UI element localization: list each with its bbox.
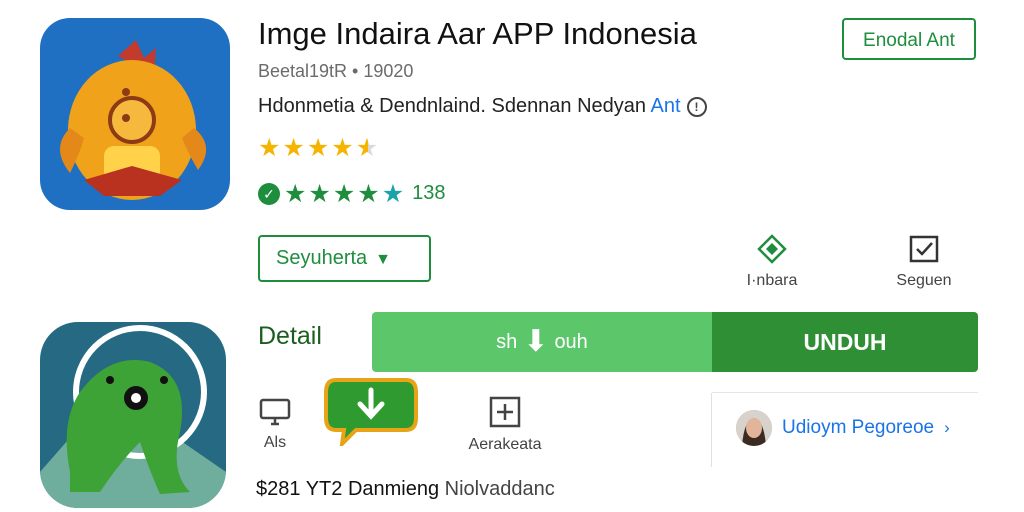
install-button-light[interactable]: sh ⬇ ouh bbox=[372, 312, 712, 372]
install-label-right: ouh bbox=[554, 331, 588, 353]
star-icon: ★ bbox=[308, 180, 333, 208]
download-bubble-icon[interactable] bbox=[322, 376, 420, 450]
suggest-label: Seyuherta bbox=[276, 247, 368, 269]
star-icon: ★ bbox=[258, 134, 283, 162]
footer-muted-text: Niolvaddanc bbox=[444, 478, 555, 500]
action-inbara[interactable]: I·nbara bbox=[732, 234, 812, 290]
star-icon: ★ bbox=[282, 134, 307, 162]
frog-icon bbox=[40, 325, 226, 508]
diamond-icon bbox=[757, 234, 787, 264]
download-arrow-icon: ⬇ bbox=[523, 325, 549, 358]
app-title: Imge Indaira Aar APP Indonesia bbox=[258, 16, 697, 51]
info-icon[interactable]: ! bbox=[686, 96, 707, 117]
developer-line: Hdonmetia & Dendnlaind. Sdennan Nedyan A… bbox=[258, 95, 707, 118]
avatar-face-icon bbox=[736, 410, 772, 446]
download-icon bbox=[324, 378, 418, 450]
add-box-icon bbox=[489, 396, 521, 428]
suggest-button[interactable]: Seyuherta ▼ bbox=[258, 235, 431, 282]
action-label: Aerakeata bbox=[468, 436, 542, 453]
chevron-down-icon: ▼ bbox=[375, 251, 392, 268]
footer-line: $281 YT2 Danmieng Niolvaddanc bbox=[256, 478, 555, 501]
action-aerakeata[interactable]: Aerakeata bbox=[460, 396, 550, 454]
app-icon-frog bbox=[40, 322, 226, 508]
green-rating: ✓ ★★★★★ 138 bbox=[258, 179, 445, 209]
monitor-icon bbox=[259, 398, 291, 426]
app-icon-bird bbox=[40, 18, 230, 210]
profile-chip[interactable]: Udioym Pegoreoe › bbox=[736, 410, 976, 450]
avatar bbox=[736, 410, 772, 446]
price-text: $281 YT2 bbox=[256, 478, 343, 500]
half-star-icon: ★ bbox=[381, 180, 407, 208]
chevron-right-icon: › bbox=[944, 418, 950, 438]
developer-link[interactable]: Ant bbox=[651, 95, 681, 117]
app-meta: Beetal19tR • 19020 bbox=[258, 61, 414, 81]
star-rating: ★★★★★ bbox=[258, 133, 380, 163]
check-badge-icon: ✓ bbox=[258, 183, 280, 205]
install-label-left: sh bbox=[496, 331, 518, 353]
divider bbox=[712, 392, 978, 393]
open-button[interactable]: Enodal Ant bbox=[842, 18, 976, 60]
star-icon: ★ bbox=[306, 134, 332, 162]
profile-name: Udioym Pegoreoe bbox=[782, 417, 935, 439]
action-als[interactable]: Als bbox=[254, 398, 296, 452]
action-label: I·nbara bbox=[746, 272, 798, 289]
bird-icon bbox=[60, 40, 207, 200]
star-icon: ★ bbox=[357, 180, 382, 208]
developer-name: Hdonmetia & Dendnlaind. Sdennan Nedyan bbox=[258, 95, 647, 117]
unduh-button[interactable]: UNDUH bbox=[712, 312, 978, 372]
star-icon: ★ bbox=[284, 180, 309, 208]
checkbox-icon bbox=[909, 235, 939, 263]
footer-text: Danmieng bbox=[347, 478, 440, 500]
star-icon: ★ bbox=[331, 134, 356, 162]
divider bbox=[711, 393, 712, 467]
action-seguen[interactable]: Seguen bbox=[884, 234, 964, 290]
half-star-icon: ★ bbox=[355, 134, 381, 162]
action-label: Als bbox=[263, 434, 287, 451]
star-icon: ★ bbox=[332, 180, 358, 208]
detail-label[interactable]: Detail bbox=[258, 322, 322, 351]
action-label: Seguen bbox=[896, 272, 952, 289]
rating-count: 138 bbox=[412, 182, 446, 204]
